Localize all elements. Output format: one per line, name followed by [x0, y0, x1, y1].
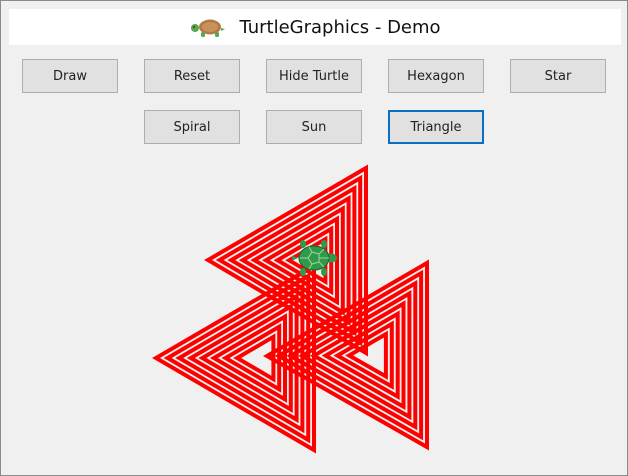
hide-turtle-button[interactable]: Hide Turtle — [266, 59, 362, 93]
triangle-spiral-drawing — [152, 164, 429, 454]
hexagon-button[interactable]: Hexagon — [388, 59, 484, 93]
draw-button[interactable]: Draw — [22, 59, 118, 93]
app-window: TurtleGraphics - Demo Draw Reset Hide Tu… — [0, 0, 628, 476]
triangle-button[interactable]: Triangle — [388, 110, 484, 144]
star-button[interactable]: Star — [510, 59, 606, 93]
spiral-button[interactable]: Spiral — [144, 110, 240, 144]
drawing-canvas — [152, 164, 429, 454]
window-title: TurtleGraphics - Demo — [239, 16, 441, 38]
title-bar: TurtleGraphics - Demo — [9, 9, 621, 45]
reset-button[interactable]: Reset — [144, 59, 240, 93]
sun-button[interactable]: Sun — [266, 110, 362, 144]
turtle-icon — [191, 19, 226, 37]
